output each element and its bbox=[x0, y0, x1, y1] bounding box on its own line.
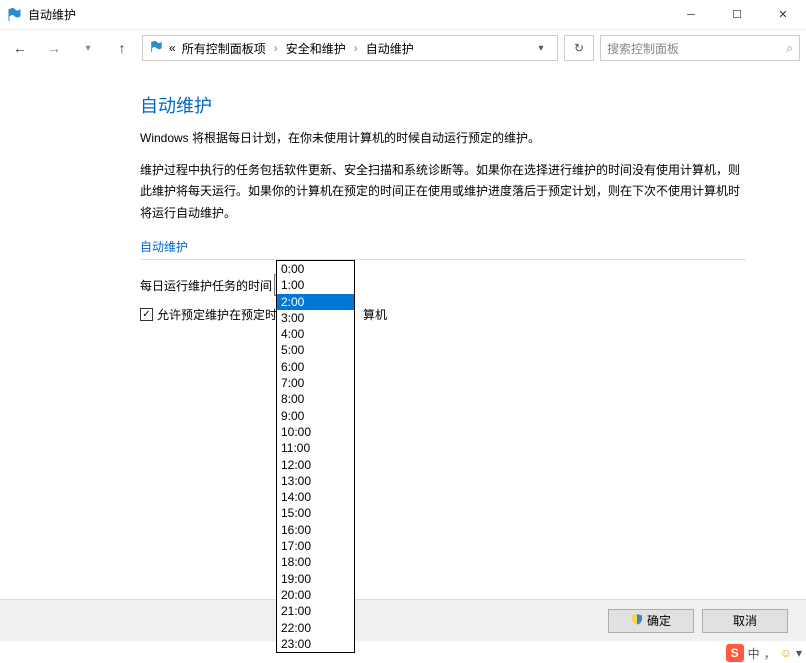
flag-icon bbox=[6, 7, 22, 23]
time-option[interactable]: 22:00 bbox=[277, 620, 354, 636]
time-option[interactable]: 17:00 bbox=[277, 538, 354, 554]
time-option[interactable]: 11:00 bbox=[277, 440, 354, 456]
cancel-button[interactable]: 取消 bbox=[702, 609, 788, 633]
back-button[interactable]: ← bbox=[6, 34, 34, 62]
time-option[interactable]: 13:00 bbox=[277, 473, 354, 489]
close-button[interactable]: ✕ bbox=[760, 0, 806, 30]
chevron-right-icon: › bbox=[274, 41, 278, 55]
time-option[interactable]: 19:00 bbox=[277, 571, 354, 587]
intro-text: Windows 将根据每日计划，在你未使用计算机的时候自动运行预定的维护。 bbox=[140, 128, 746, 150]
time-option[interactable]: 10:00 bbox=[277, 424, 354, 440]
time-label: 每日运行维护任务的时间 bbox=[140, 277, 272, 294]
search-icon: ⌕ bbox=[786, 41, 793, 56]
shield-icon bbox=[631, 613, 643, 628]
time-option[interactable]: 2:00 bbox=[277, 294, 354, 310]
time-option[interactable]: 6:00 bbox=[277, 359, 354, 375]
wake-checkbox[interactable]: ✓ bbox=[140, 308, 153, 321]
maximize-button[interactable]: ☐ bbox=[714, 0, 760, 30]
ime-more[interactable]: ▾ bbox=[796, 646, 802, 660]
time-option[interactable]: 18:00 bbox=[277, 554, 354, 570]
time-option[interactable]: 5:00 bbox=[277, 342, 354, 358]
ime-bar: S 中 ， ☺ ▾ bbox=[726, 643, 806, 663]
window-buttons: ─ ☐ ✕ bbox=[668, 0, 806, 30]
time-option[interactable]: 16:00 bbox=[277, 522, 354, 538]
refresh-button[interactable]: ↻ bbox=[564, 35, 594, 61]
up-button[interactable]: ↑ bbox=[108, 34, 136, 62]
detail-text: 维护过程中执行的任务包括软件更新、安全扫描和系统诊断等。如果你在选择进行维护的时… bbox=[140, 160, 746, 225]
chevron-right-icon: › bbox=[354, 41, 358, 55]
wake-checkbox-row: ✓ 允许预定维护在预定时 算机 bbox=[140, 306, 746, 323]
content-area: 自动维护 Windows 将根据每日计划，在你未使用计算机的时候自动运行预定的维… bbox=[0, 66, 806, 323]
ok-button-label: 确定 bbox=[647, 612, 671, 629]
ime-mode[interactable]: 中 bbox=[748, 645, 760, 662]
forward-button: → bbox=[40, 34, 68, 62]
breadcrumb-item[interactable]: 自动维护 bbox=[366, 40, 414, 57]
minimize-button[interactable]: ─ bbox=[668, 0, 714, 30]
time-option[interactable]: 15:00 bbox=[277, 505, 354, 521]
time-option[interactable]: 14:00 bbox=[277, 489, 354, 505]
time-dropdown-list[interactable]: 0:001:002:003:004:005:006:007:008:009:00… bbox=[276, 260, 355, 653]
search-placeholder: 搜索控制面板 bbox=[607, 40, 786, 57]
time-option[interactable]: 12:00 bbox=[277, 457, 354, 473]
time-option[interactable]: 8:00 bbox=[277, 391, 354, 407]
time-row: 每日运行维护任务的时间 2:00 ▼ bbox=[140, 274, 746, 296]
time-option[interactable]: 3:00 bbox=[277, 310, 354, 326]
wake-checkbox-label-right: 算机 bbox=[363, 306, 387, 323]
section-label: 自动维护 bbox=[140, 238, 746, 255]
cancel-button-label: 取消 bbox=[733, 612, 757, 629]
breadcrumb-prefix: « bbox=[169, 41, 176, 55]
time-option[interactable]: 0:00 bbox=[277, 261, 354, 277]
recent-dropdown[interactable]: ▾ bbox=[74, 34, 102, 62]
flag-icon bbox=[149, 40, 163, 57]
divider bbox=[140, 259, 746, 260]
titlebar: 自动维护 ─ ☐ ✕ bbox=[0, 0, 806, 30]
time-option[interactable]: 21:00 bbox=[277, 603, 354, 619]
time-option[interactable]: 7:00 bbox=[277, 375, 354, 391]
footer: 确定 取消 bbox=[0, 599, 806, 641]
time-option[interactable]: 20:00 bbox=[277, 587, 354, 603]
ime-punct[interactable]: ， bbox=[764, 645, 776, 662]
time-option[interactable]: 23:00 bbox=[277, 636, 354, 652]
ime-logo-icon[interactable]: S bbox=[726, 644, 744, 662]
time-option[interactable]: 1:00 bbox=[277, 277, 354, 293]
address-bar[interactable]: « 所有控制面板项 › 安全和维护 › 自动维护 ▾ bbox=[142, 35, 558, 61]
window-title: 自动维护 bbox=[28, 6, 668, 23]
breadcrumb-item[interactable]: 安全和维护 bbox=[286, 40, 346, 57]
time-option[interactable]: 4:00 bbox=[277, 326, 354, 342]
wake-checkbox-label-left: 允许预定维护在预定时 bbox=[157, 306, 277, 323]
breadcrumb-item[interactable]: 所有控制面板项 bbox=[182, 40, 266, 57]
address-history-button[interactable]: ▾ bbox=[531, 43, 551, 54]
page-heading: 自动维护 bbox=[140, 92, 746, 118]
ime-face-icon[interactable]: ☺ bbox=[780, 646, 792, 660]
time-option[interactable]: 9:00 bbox=[277, 408, 354, 424]
navbar: ← → ▾ ↑ « 所有控制面板项 › 安全和维护 › 自动维护 ▾ ↻ 搜索控… bbox=[0, 30, 806, 66]
ok-button[interactable]: 确定 bbox=[608, 609, 694, 633]
search-input[interactable]: 搜索控制面板 ⌕ bbox=[600, 35, 800, 61]
